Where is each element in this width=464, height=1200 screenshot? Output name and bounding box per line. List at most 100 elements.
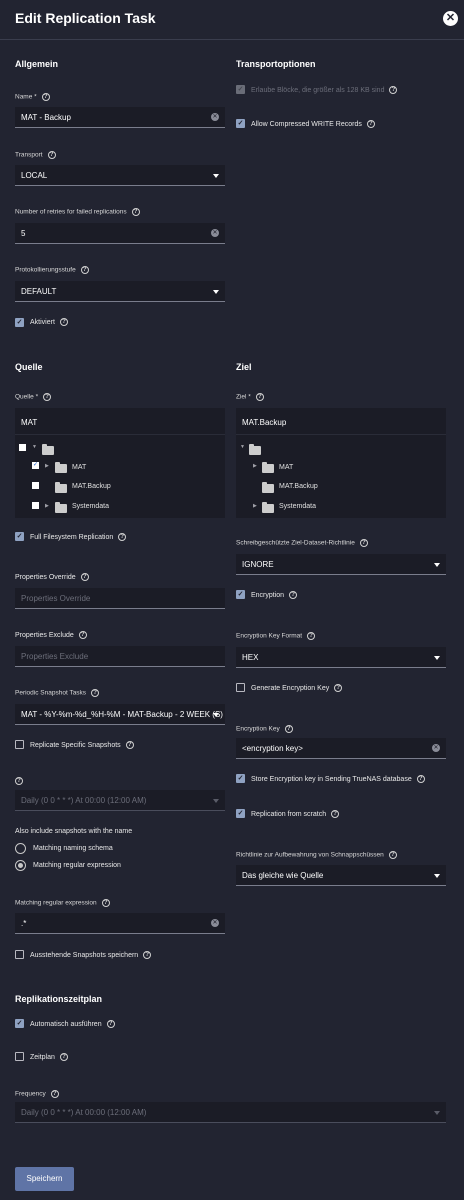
frequency-label: Frequency? <box>15 1090 59 1098</box>
regex-input[interactable]: .* ✕ <box>15 913 225 934</box>
compressed-checkbox[interactable]: ✓ <box>236 119 245 128</box>
regex-label: Matching regular expression? <box>15 899 110 907</box>
chevron-right-icon[interactable]: ▶ <box>45 463 49 469</box>
target-tree: MAT.Backup <box>236 408 446 518</box>
transport-select[interactable]: LOCAL <box>15 165 225 186</box>
from-scratch-label: Replication from scratch? <box>251 810 340 818</box>
help-icon[interactable]: ? <box>50 1090 59 1098</box>
clear-icon[interactable]: ✕ <box>211 229 219 237</box>
encryption-label: Encryption? <box>251 591 298 599</box>
help-icon[interactable]: ? <box>143 951 152 959</box>
encryption-key-label: Encryption Key? <box>236 725 293 733</box>
chevron-down-icon[interactable]: ▼ <box>240 444 245 450</box>
chevron-right-icon[interactable]: ▶ <box>253 503 257 509</box>
retention-select[interactable]: Das gleiche wie Quelle <box>236 865 446 886</box>
properties-override-label: Properties Override? <box>15 573 89 581</box>
help-icon[interactable]: ? <box>43 393 52 401</box>
tree-checkbox-mat-backup[interactable] <box>32 482 39 489</box>
chevron-down-icon <box>434 563 440 567</box>
generate-key-checkbox[interactable] <box>236 683 245 692</box>
help-icon[interactable]: ? <box>366 120 375 128</box>
help-icon[interactable]: ? <box>41 93 50 101</box>
section-transport-options-heading: Transportoptionen <box>236 59 316 69</box>
help-icon[interactable]: ? <box>284 725 293 733</box>
save-pending-checkbox[interactable] <box>15 950 24 959</box>
naming-schema-radio[interactable] <box>15 843 26 854</box>
help-icon[interactable]: ? <box>334 684 343 692</box>
help-icon[interactable]: ? <box>331 810 340 818</box>
key-format-label: Encryption Key Format? <box>236 632 316 640</box>
section-schedule-heading: Replikationszeitplan <box>15 994 103 1004</box>
folder-icon <box>262 482 274 493</box>
chevron-right-icon[interactable]: ▶ <box>253 463 257 469</box>
chevron-down-icon <box>434 656 440 660</box>
tree-item-label[interactable]: MAT.Backup <box>279 483 318 490</box>
help-icon[interactable]: ? <box>80 266 89 274</box>
auto-run-checkbox[interactable]: ✓ <box>15 1019 24 1028</box>
help-icon[interactable]: ? <box>47 151 56 159</box>
chevron-down-icon <box>434 874 440 878</box>
chevron-down-icon <box>213 174 219 178</box>
encryption-key-input[interactable]: <encryption key> ✕ <box>236 738 446 759</box>
target-path[interactable]: MAT.Backup <box>236 408 446 435</box>
clear-icon[interactable]: ✕ <box>211 113 219 121</box>
tree-item-label[interactable]: MAT <box>279 464 293 471</box>
periodic-tasks-select[interactable]: MAT - %Y-%m-%d_%H-%M - MAT-Backup - 2 WE… <box>15 704 225 725</box>
properties-exclude-input[interactable]: Properties Exclude <box>15 646 225 667</box>
close-icon[interactable]: ✕ <box>443 11 458 26</box>
source-path[interactable]: MAT <box>15 408 225 435</box>
tree-checkbox-systemdata[interactable] <box>32 502 39 509</box>
help-icon[interactable]: ? <box>289 591 298 599</box>
tree-checkbox-mat[interactable]: ✓ <box>32 462 39 469</box>
help-icon[interactable]: ? <box>78 631 87 639</box>
help-icon[interactable]: ? <box>131 208 140 216</box>
help-icon[interactable]: ? <box>125 741 134 749</box>
chevron-down-icon[interactable]: ▼ <box>32 444 37 450</box>
help-icon[interactable]: ? <box>106 1020 115 1028</box>
log-level-select[interactable]: DEFAULT <box>15 281 225 302</box>
properties-override-input[interactable]: Properties Override <box>15 588 225 609</box>
retries-label: Number of retries for failed replication… <box>15 208 140 216</box>
folder-icon <box>249 444 261 455</box>
clear-icon[interactable]: ✕ <box>211 919 219 927</box>
help-icon[interactable]: ? <box>255 393 264 401</box>
help-icon[interactable]: ? <box>416 775 425 783</box>
readonly-policy-select[interactable]: IGNORE <box>236 554 446 575</box>
tree-item-label[interactable]: Systemdata <box>72 503 109 510</box>
help-icon[interactable]: ? <box>118 533 127 541</box>
tree-item-label[interactable]: MAT.Backup <box>72 483 111 490</box>
large-blocks-label: Erlaube Blöcke, die größer als 128 KB si… <box>251 86 398 94</box>
replicate-specific-checkbox[interactable] <box>15 740 24 749</box>
help-icon[interactable]: ? <box>15 777 23 785</box>
retries-input[interactable]: 5 ✕ <box>15 223 225 244</box>
save-button[interactable]: Speichern <box>15 1167 74 1191</box>
full-filesystem-checkbox[interactable]: ✓ <box>15 532 24 541</box>
save-pending-label: Ausstehende Snapshots speichern? <box>30 951 152 959</box>
source-label: Quelle *? <box>15 393 52 401</box>
help-icon[interactable]: ? <box>307 632 316 640</box>
section-target-heading: Ziel <box>236 362 252 372</box>
help-icon[interactable]: ? <box>389 86 398 94</box>
name-input[interactable]: MAT - Backup ✕ <box>15 107 225 128</box>
help-icon[interactable]: ? <box>359 539 368 547</box>
store-key-checkbox[interactable]: ✓ <box>236 774 245 783</box>
key-format-select[interactable]: HEX <box>236 647 446 668</box>
help-icon[interactable]: ? <box>101 899 110 907</box>
tree-item-label[interactable]: Systemdata <box>279 503 316 510</box>
encryption-checkbox[interactable]: ✓ <box>236 590 245 599</box>
clear-icon[interactable]: ✕ <box>432 744 440 752</box>
help-icon[interactable]: ? <box>80 573 89 581</box>
help-icon[interactable]: ? <box>59 1053 68 1061</box>
from-scratch-checkbox[interactable]: ✓ <box>236 809 245 818</box>
tree-item-label[interactable]: MAT <box>72 464 86 471</box>
help-icon[interactable]: ? <box>388 851 397 859</box>
enabled-checkbox[interactable]: ✓ <box>15 318 24 327</box>
help-icon[interactable]: ? <box>59 318 68 326</box>
tree-root-checkbox[interactable] <box>19 444 26 451</box>
zeitplan-checkbox[interactable] <box>15 1052 24 1061</box>
chevron-right-icon[interactable]: ▶ <box>45 503 49 509</box>
regex-radio[interactable] <box>15 860 26 871</box>
log-level-label: Protokollierungsstufe? <box>15 266 89 274</box>
chevron-down-icon <box>213 713 219 717</box>
help-icon[interactable]: ? <box>91 689 100 697</box>
